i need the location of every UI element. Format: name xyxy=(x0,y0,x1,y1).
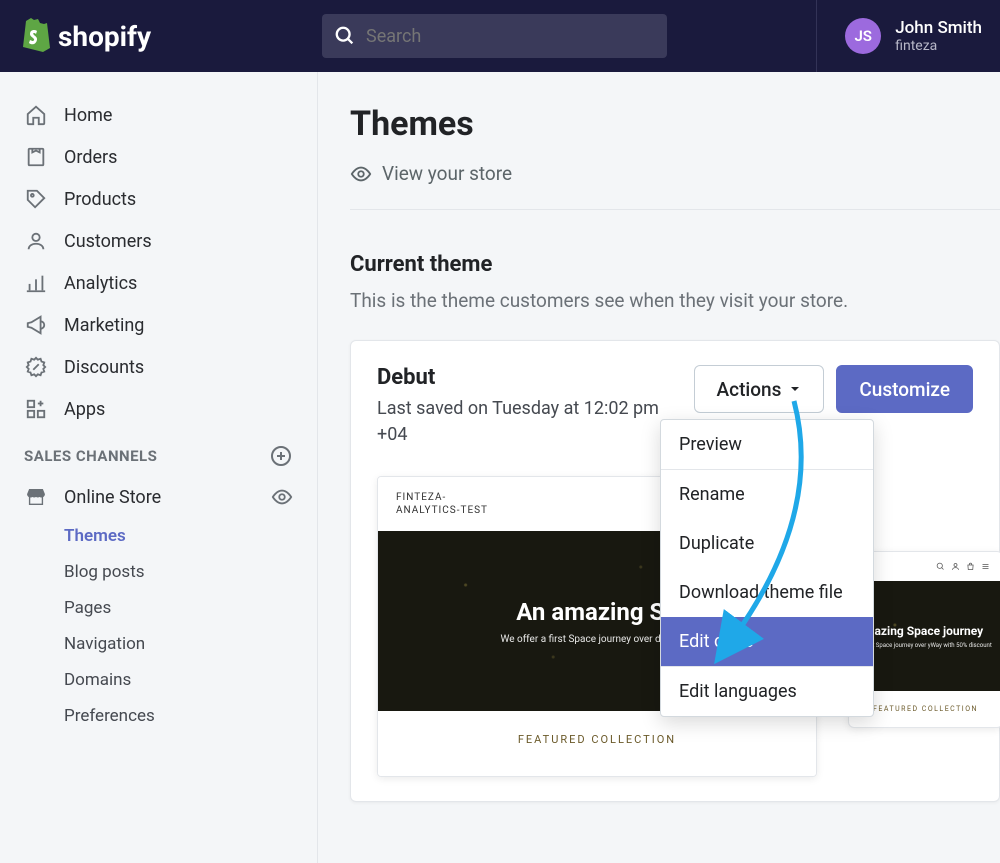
sidebar-item-label: Discounts xyxy=(64,357,144,378)
search-icon xyxy=(334,25,356,47)
sidebar-item-label: Products xyxy=(64,189,136,210)
home-icon xyxy=(24,103,48,127)
current-theme-heading: Current theme xyxy=(350,252,1000,277)
sidebar-item-label: Orders xyxy=(64,147,117,168)
search-icon xyxy=(936,562,945,571)
sub-item-blog-posts[interactable]: Blog posts xyxy=(64,554,317,590)
dropdown-edit-code[interactable]: Edit code xyxy=(661,617,873,666)
sidebar: Home Orders Products Customers Analytics… xyxy=(0,72,318,863)
sub-item-pages[interactable]: Pages xyxy=(64,590,317,626)
bar-chart-icon xyxy=(24,271,48,295)
sidebar-item-marketing[interactable]: Marketing xyxy=(0,304,317,346)
tag-icon xyxy=(24,187,48,211)
preview-featured: FEATURED COLLECTION xyxy=(378,711,816,776)
theme-last-saved: Last saved on Tuesday at 12:02 pm +04 xyxy=(377,396,667,448)
actions-button[interactable]: Actions xyxy=(694,365,825,413)
dropdown-duplicate[interactable]: Duplicate xyxy=(661,519,873,568)
apps-icon xyxy=(24,397,48,421)
bag-icon xyxy=(966,562,975,571)
store-icon xyxy=(24,485,48,509)
view-store-link[interactable]: View your store xyxy=(350,162,1000,210)
brand-name: shopify xyxy=(58,20,151,53)
eye-icon xyxy=(350,163,372,185)
user-icon xyxy=(951,562,960,571)
main-content: Themes View your store Current theme Thi… xyxy=(318,72,1000,863)
sub-item-domains[interactable]: Domains xyxy=(64,662,317,698)
sub-item-preferences[interactable]: Preferences xyxy=(64,698,317,734)
sidebar-item-label: Analytics xyxy=(64,273,137,294)
sidebar-item-online-store[interactable]: Online Store xyxy=(0,476,317,518)
avatar: JS xyxy=(845,18,881,54)
sales-channels-header: SALES CHANNELS xyxy=(0,430,317,476)
actions-dropdown: Preview Rename Duplicate Download theme … xyxy=(660,419,874,717)
search-input[interactable] xyxy=(322,14,667,58)
sidebar-item-customers[interactable]: Customers xyxy=(0,220,317,262)
sidebar-item-analytics[interactable]: Analytics xyxy=(0,262,317,304)
sidebar-item-apps[interactable]: Apps xyxy=(0,388,317,430)
theme-card: Debut Last saved on Tuesday at 12:02 pm … xyxy=(350,340,1000,802)
dropdown-edit-languages[interactable]: Edit languages xyxy=(661,667,873,716)
sidebar-item-home[interactable]: Home xyxy=(0,94,317,136)
sub-item-navigation[interactable]: Navigation xyxy=(64,626,317,662)
search-container xyxy=(322,14,667,58)
logo[interactable]: shopify xyxy=(18,18,318,54)
current-theme-desc: This is the theme customers see when the… xyxy=(350,289,1000,312)
theme-name: Debut xyxy=(377,365,667,390)
preview-hero-title: An amazing Sp xyxy=(516,598,678,626)
dropdown-download[interactable]: Download theme file xyxy=(661,568,873,617)
sub-item-themes[interactable]: Themes xyxy=(64,518,317,554)
sidebar-item-label: Apps xyxy=(64,399,105,420)
discount-icon xyxy=(24,355,48,379)
sidebar-item-label: Home xyxy=(64,105,112,126)
preview-site-name: FINTEZA-ANALYTICS-TEST xyxy=(396,491,506,517)
eye-icon[interactable] xyxy=(271,486,293,508)
caret-down-icon xyxy=(789,383,801,395)
sidebar-item-orders[interactable]: Orders xyxy=(0,136,317,178)
sidebar-item-products[interactable]: Products xyxy=(0,178,317,220)
person-icon xyxy=(24,229,48,253)
dropdown-rename[interactable]: Rename xyxy=(661,470,873,519)
topbar: shopify JS John Smith finteza xyxy=(0,0,1000,72)
user-store: finteza xyxy=(895,38,982,54)
dropdown-preview[interactable]: Preview xyxy=(661,420,873,469)
menu-icon xyxy=(981,562,990,571)
user-name: John Smith xyxy=(895,18,982,38)
page-title: Themes xyxy=(350,104,1000,144)
user-menu[interactable]: JS John Smith finteza xyxy=(816,0,982,72)
sidebar-item-label: Online Store xyxy=(64,487,161,508)
sidebar-item-discounts[interactable]: Discounts xyxy=(0,346,317,388)
orders-icon xyxy=(24,145,48,169)
megaphone-icon xyxy=(24,313,48,337)
sidebar-item-label: Marketing xyxy=(64,315,144,336)
customize-button[interactable]: Customize xyxy=(836,365,973,413)
shopify-logo-icon xyxy=(18,18,50,54)
sidebar-item-label: Customers xyxy=(64,231,152,252)
add-channel-icon[interactable] xyxy=(269,444,293,468)
